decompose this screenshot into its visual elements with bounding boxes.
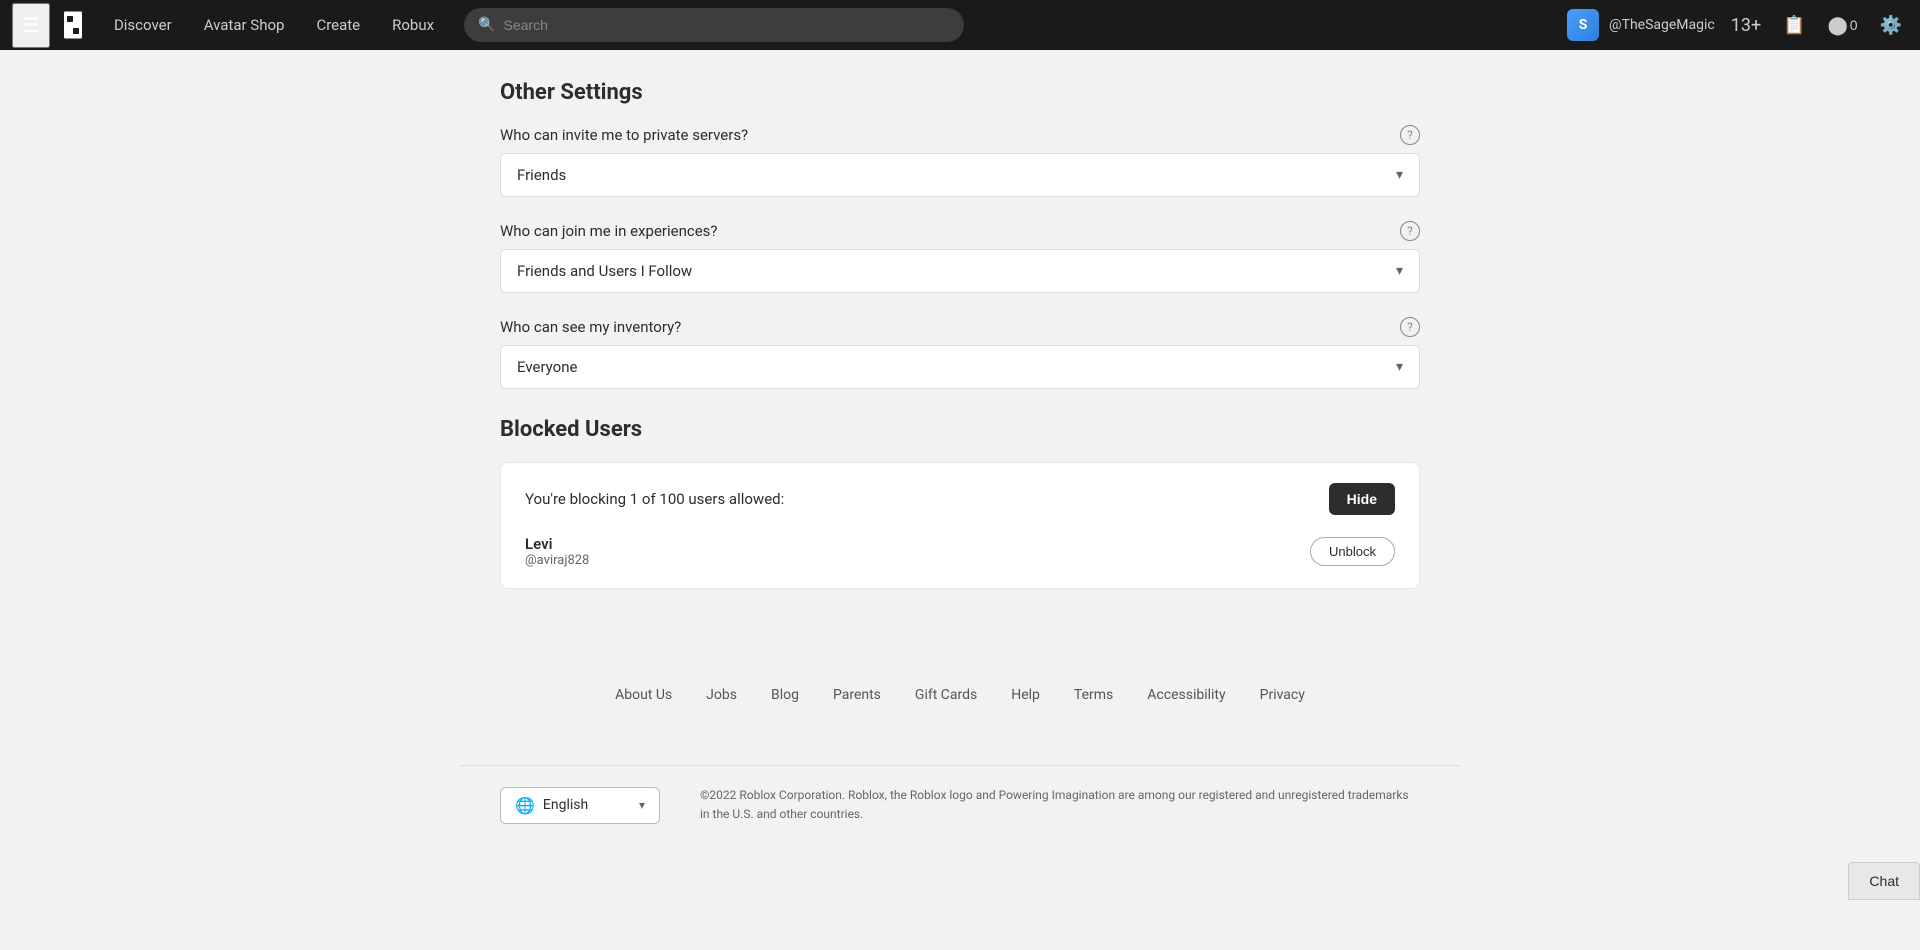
footer-help[interactable]: Help — [999, 679, 1052, 711]
inventory-setting: Who can see my inventory? ? Everyone ▾ — [500, 317, 1420, 389]
private-servers-label: Who can invite me to private servers? — [500, 126, 748, 144]
hamburger-icon: ☰ — [22, 15, 40, 37]
private-servers-value: Friends — [517, 166, 566, 184]
nav-avatar-shop[interactable]: Avatar Shop — [190, 10, 299, 40]
settings-button[interactable]: ⚙️ — [1874, 11, 1908, 40]
robux-icon: ⬤ — [1828, 15, 1848, 36]
nav-discover[interactable]: Discover — [100, 10, 186, 40]
private-servers-help-icon[interactable]: ? — [1400, 125, 1420, 145]
chat-button[interactable]: Chat — [1848, 862, 1920, 900]
blocked-users-title: Blocked Users — [500, 417, 1420, 442]
hamburger-menu-button[interactable]: ☰ — [12, 3, 50, 48]
blocked-users-card: You're blocking 1 of 100 users allowed: … — [500, 462, 1420, 589]
footer-jobs[interactable]: Jobs — [694, 679, 749, 711]
nav-create[interactable]: Create — [302, 10, 374, 40]
footer-gift-cards[interactable]: Gift Cards — [903, 679, 989, 711]
private-servers-setting: Who can invite me to private servers? ? … — [500, 125, 1420, 197]
blocked-count-text: You're blocking 1 of 100 users allowed: — [525, 490, 784, 508]
chevron-down-icon: ▾ — [1396, 167, 1403, 183]
blocked-user-handle: @aviraj828 — [525, 553, 1294, 568]
avatar[interactable]: S — [1567, 9, 1599, 41]
roblox-logo[interactable] — [58, 10, 88, 40]
join-experiences-dropdown[interactable]: Friends and Users I Follow ▾ — [500, 249, 1420, 293]
footer-terms[interactable]: Terms — [1062, 679, 1125, 711]
language-label: English — [543, 797, 588, 813]
search-icon: 🔍 — [478, 17, 495, 33]
username-label[interactable]: @TheSageMagic — [1609, 17, 1715, 33]
footer-parents[interactable]: Parents — [821, 679, 893, 711]
inventory-label: Who can see my inventory? — [500, 318, 681, 336]
nav-robux[interactable]: Robux — [378, 10, 448, 40]
blocked-user-info: Levi @aviraj828 — [525, 535, 1294, 568]
robux-count: 0 — [1850, 17, 1858, 33]
globe-icon: 🌐 — [515, 796, 535, 815]
navbar: ☰ Discover Avatar Shop Create Robux 🔍 S … — [0, 0, 1920, 50]
join-experiences-value: Friends and Users I Follow — [517, 262, 692, 280]
join-experiences-setting: Who can join me in experiences? ? Friend… — [500, 221, 1420, 293]
table-row: Levi @aviraj828 Unblock — [525, 535, 1395, 568]
language-selector[interactable]: 🌐 English ▾ — [500, 787, 660, 824]
footer-about-us[interactable]: About Us — [603, 679, 684, 711]
inventory-help-icon[interactable]: ? — [1400, 317, 1420, 337]
chevron-down-icon: ▾ — [639, 798, 645, 812]
chevron-down-icon: ▾ — [1396, 359, 1403, 375]
main-content: Other Settings Who can invite me to priv… — [0, 50, 1920, 824]
search-bar: 🔍 — [464, 8, 964, 42]
footer-blog[interactable]: Blog — [759, 679, 811, 711]
private-servers-dropdown[interactable]: Friends ▾ — [500, 153, 1420, 197]
inventory-value: Everyone — [517, 358, 577, 376]
hide-button[interactable]: Hide — [1329, 483, 1395, 515]
blocked-user-name: Levi — [525, 535, 1294, 553]
footer-bottom: 🌐 English ▾ ©2022 Roblox Corporation. Ro… — [460, 786, 1460, 824]
footer-privacy[interactable]: Privacy — [1248, 679, 1317, 711]
blocked-users-section: Blocked Users You're blocking 1 of 100 u… — [500, 417, 1420, 589]
chevron-down-icon: ▾ — [1396, 263, 1403, 279]
robux-button[interactable]: ⬤ 0 — [1822, 11, 1864, 40]
footer: About Us Jobs Blog Parents Gift Cards He… — [460, 679, 1460, 765]
notifications-button[interactable]: 📋 — [1777, 11, 1811, 40]
join-experiences-help-icon[interactable]: ? — [1400, 221, 1420, 241]
search-input[interactable] — [504, 17, 951, 33]
footer-divider — [460, 765, 1460, 766]
footer-accessibility[interactable]: Accessibility — [1135, 679, 1237, 711]
age-badge: 13+ — [1725, 11, 1767, 40]
join-experiences-label: Who can join me in experiences? — [500, 222, 718, 240]
unblock-button[interactable]: Unblock — [1310, 537, 1395, 566]
copyright-text: ©2022 Roblox Corporation. Roblox, the Ro… — [700, 786, 1420, 824]
main-nav: Discover Avatar Shop Create Robux — [100, 10, 448, 40]
other-settings-title: Other Settings — [500, 80, 1420, 105]
blocked-header: You're blocking 1 of 100 users allowed: … — [525, 483, 1395, 515]
inventory-dropdown[interactable]: Everyone ▾ — [500, 345, 1420, 389]
navbar-right: S @TheSageMagic 13+ 📋 ⬤ 0 ⚙️ — [1567, 9, 1908, 41]
footer-links: About Us Jobs Blog Parents Gift Cards He… — [500, 679, 1420, 711]
